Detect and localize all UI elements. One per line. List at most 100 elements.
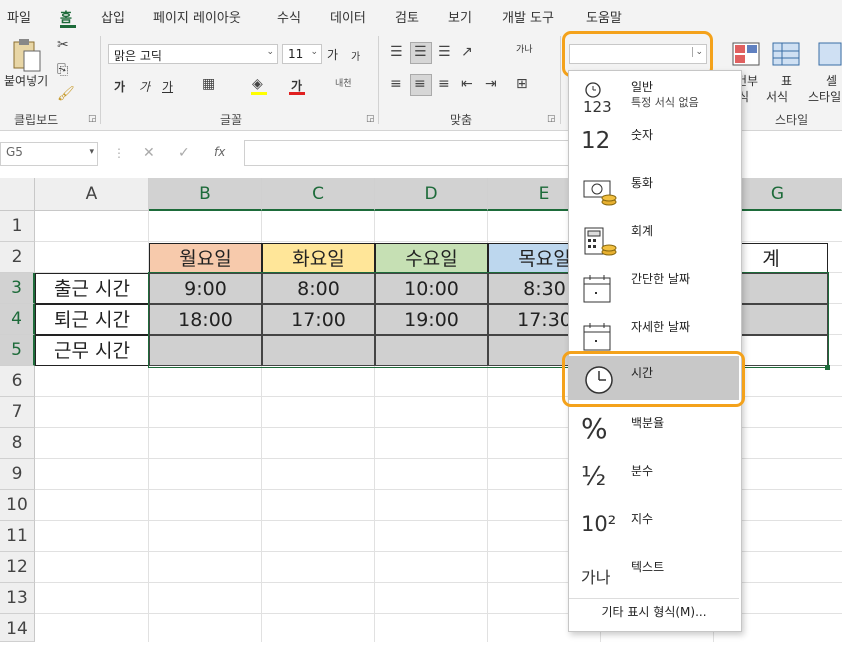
format-item-text[interactable]: 가나 텍스트 <box>569 554 741 602</box>
wrap-text-button[interactable]: 가나 <box>516 42 533 55</box>
insert-function-icon[interactable]: fx <box>214 145 225 159</box>
chevron-down-icon: ▾ <box>89 147 94 157</box>
bold-button[interactable]: 가 <box>114 78 125 95</box>
row-header-5[interactable]: 5 <box>0 335 35 366</box>
row-header-9[interactable]: 9 <box>0 459 35 490</box>
row-header-10[interactable]: 10 <box>0 490 35 521</box>
svg-text:123: 123 <box>583 98 612 114</box>
row-header-7[interactable]: 7 <box>0 397 35 428</box>
paste-button[interactable] <box>10 38 44 74</box>
clipboard-launcher-icon[interactable]: ◲ <box>88 114 97 124</box>
cancel-icon[interactable]: ✕ <box>143 145 155 161</box>
format-painter-icon[interactable]: 🖌 <box>57 86 75 102</box>
more-number-formats-link[interactable]: 기타 표시 형식(M)... <box>569 603 739 620</box>
row-header-8[interactable]: 8 <box>0 428 35 459</box>
tab-help[interactable]: 도움말 <box>586 7 622 26</box>
column-header-d[interactable]: D <box>375 178 488 211</box>
row-label-start[interactable]: 출근 시간 <box>35 273 149 304</box>
format-item-number[interactable]: 12 숫자 <box>569 122 741 170</box>
italic-button[interactable]: 가 <box>139 78 150 95</box>
tab-formulas[interactable]: 수식 <box>277 7 301 26</box>
tab-data[interactable]: 데이터 <box>330 7 366 26</box>
row-header-2[interactable]: 2 <box>0 242 35 273</box>
merge-center-icon[interactable]: ⊞ <box>516 76 528 92</box>
outdent-icon[interactable]: ⇥ <box>485 76 497 92</box>
tab-file[interactable]: 파일 <box>7 7 31 26</box>
format-item-general[interactable]: 123 일반 특정 서식 없음 <box>569 74 741 122</box>
format-as-table-icon[interactable] <box>772 42 800 66</box>
fill-color-icon[interactable]: ◈ <box>252 76 263 92</box>
row-header-14[interactable]: 14 <box>0 614 35 642</box>
format-item-percent[interactable]: % 백분율 <box>569 410 741 458</box>
alignment-launcher-icon[interactable]: ◲ <box>547 114 556 124</box>
column-header-c[interactable]: C <box>262 178 375 211</box>
more-icon: ⋮ <box>113 146 125 160</box>
general-format-icon: 123 <box>581 82 617 116</box>
currency-icon <box>581 178 617 210</box>
row-header-11[interactable]: 11 <box>0 521 35 552</box>
column-header-a[interactable]: A <box>35 178 149 211</box>
tab-developer[interactable]: 개발 도구 <box>502 7 554 26</box>
border-icon[interactable]: ▦ <box>202 76 215 92</box>
copy-icon[interactable]: ⎘ <box>57 62 68 78</box>
row-header-13[interactable]: 13 <box>0 583 35 614</box>
format-item-short-date[interactable]: 간단한 날짜 <box>569 266 741 314</box>
underline-button[interactable]: 가 <box>162 78 173 95</box>
align-top-icon[interactable]: ☰ <box>390 44 403 60</box>
enter-icon[interactable]: ✓ <box>178 145 190 161</box>
font-name-combo[interactable]: 맑은 고딕 ⌄ <box>108 44 278 64</box>
row-label-work[interactable]: 근무 시간 <box>35 335 149 366</box>
cut-icon[interactable]: ✂ <box>57 37 69 53</box>
clipboard-group-label: 클립보드 <box>14 113 59 127</box>
format-item-scientific[interactable]: 10² 지수 <box>569 506 741 554</box>
alignment-group-label: 맞춤 <box>450 113 473 127</box>
cell-styles-label-1[interactable]: 셀 <box>826 72 837 89</box>
paste-icon <box>13 39 41 72</box>
select-all-corner[interactable] <box>0 178 35 211</box>
scientific-icon: 10² <box>581 512 617 536</box>
row-header-3[interactable]: 3 <box>0 273 35 304</box>
font-launcher-icon[interactable]: ◲ <box>366 114 375 124</box>
tab-view[interactable]: 보기 <box>448 7 472 26</box>
name-box[interactable]: G5 ▾ <box>0 142 98 166</box>
highlight-time-option <box>562 351 745 407</box>
column-header-b[interactable]: B <box>149 178 262 211</box>
styles-group-label: 스타일 <box>775 113 809 127</box>
row-label-end[interactable]: 퇴근 시간 <box>35 304 149 335</box>
align-left-icon[interactable]: ≡ <box>390 76 402 92</box>
orientation-icon[interactable]: ↗ <box>461 44 473 60</box>
tab-insert[interactable]: 삽입 <box>101 7 125 26</box>
align-center-icon[interactable]: ≡ <box>414 76 426 92</box>
format-as-table-label-1[interactable]: 표 <box>781 72 792 89</box>
align-right-icon[interactable]: ≡ <box>438 76 450 92</box>
format-item-currency[interactable]: 통화 <box>569 170 741 218</box>
format-item-accounting[interactable]: 회계 <box>569 218 741 266</box>
cell-styles-label-2[interactable]: 스타일 <box>808 88 841 105</box>
header-cell-wed[interactable]: 수요일 <box>375 243 488 273</box>
tab-review[interactable]: 검토 <box>395 7 419 26</box>
tab-page-layout[interactable]: 페이지 레이아웃 <box>153 7 241 26</box>
percent-icon: % <box>581 412 608 445</box>
align-bottom-icon[interactable]: ☰ <box>438 44 451 60</box>
cell-styles-icon[interactable] <box>818 42 842 66</box>
formula-input[interactable] <box>244 140 569 166</box>
format-as-table-label-2[interactable]: 서식 <box>766 88 788 105</box>
format-item-fraction[interactable]: ½ 분수 <box>569 458 741 506</box>
row-header-6[interactable]: 6 <box>0 366 35 397</box>
shrink-font-button[interactable]: 가 <box>351 48 360 63</box>
active-tab-indicator <box>60 25 76 28</box>
conditional-format-icon[interactable] <box>732 42 760 66</box>
row-header-1[interactable]: 1 <box>0 211 35 242</box>
fill-handle[interactable] <box>825 365 830 370</box>
font-size-combo[interactable]: 11 ⌄ <box>282 44 322 64</box>
grow-font-button[interactable]: 가 <box>327 46 338 63</box>
phonetic-button[interactable]: 내천 <box>335 76 352 89</box>
paste-label: 붙여넣기 <box>4 74 49 88</box>
tab-home[interactable]: 홈 <box>60 7 72 26</box>
header-cell-mon[interactable]: 월요일 <box>149 243 262 273</box>
row-header-4[interactable]: 4 <box>0 304 35 335</box>
row-header-12[interactable]: 12 <box>0 552 35 583</box>
align-middle-icon[interactable]: ☰ <box>414 44 427 60</box>
indent-icon[interactable]: ⇤ <box>461 76 473 92</box>
header-cell-tue[interactable]: 화요일 <box>262 243 375 273</box>
